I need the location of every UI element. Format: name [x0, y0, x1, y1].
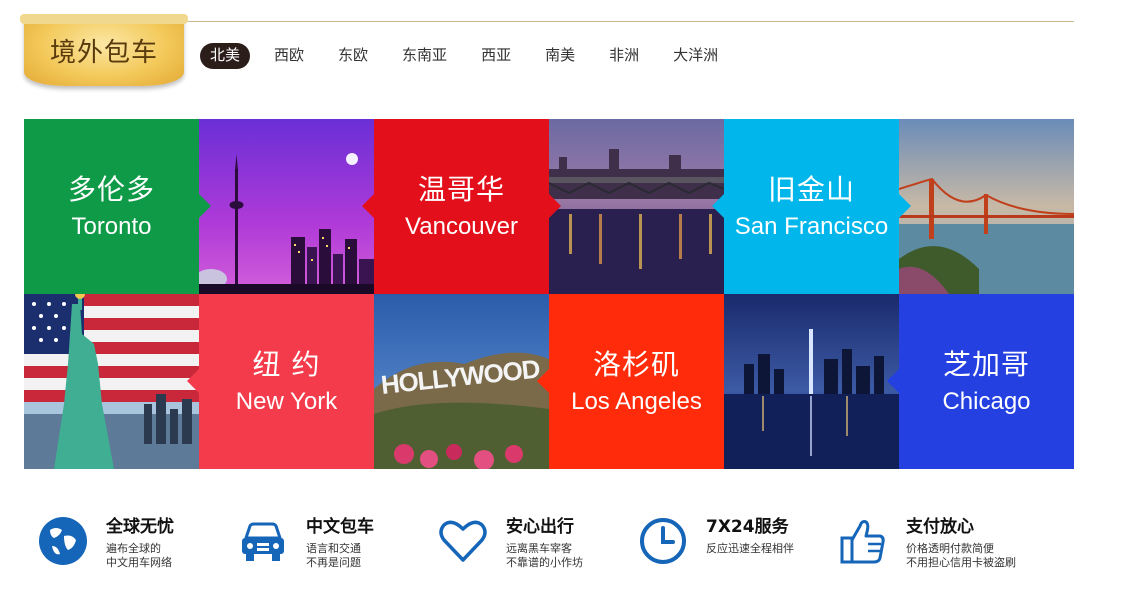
vancouver-photo[interactable] — [549, 119, 724, 294]
city-name-en: Los Angeles — [571, 387, 702, 415]
city-name-en: San Francisco — [734, 212, 889, 240]
city-name-cn: 纽 约 — [252, 347, 321, 381]
city-tile-san-francisco[interactable]: 旧金山 San Francisco — [712, 119, 911, 294]
feature-desc-line2: 不靠谱的小作坊 — [506, 556, 583, 569]
header-divider — [186, 21, 1074, 22]
tab-oceania[interactable]: 大洋洲 — [673, 43, 718, 69]
tab-west-asia[interactable]: 西亚 — [481, 43, 511, 69]
feature-24h-service: 7X24服务 反应迅速全程相伴 — [638, 516, 838, 586]
features-bar: 全球无忧 遍布全球的 中文用车网络 中文包车 语言和交通 不再是问题 安心出行 … — [38, 516, 1078, 586]
new-york-photo[interactable] — [24, 294, 199, 469]
vancouver-bridge-image — [549, 119, 724, 294]
heart-icon — [439, 520, 487, 562]
feature-safe-travel: 安心出行 远离黑车宰客 不靠谱的小作坊 — [438, 516, 638, 586]
feature-desc-line1: 遍布全球的 — [106, 542, 161, 555]
city-tile-vancouver[interactable]: 温哥华 Vancouver — [362, 119, 561, 294]
city-name-cn: 洛杉矶 — [592, 347, 680, 381]
feature-global: 全球无忧 遍布全球的 中文用车网络 — [38, 516, 238, 586]
region-tabs: 北美 西欧 东欧 东南亚 西亚 南美 非洲 大洋洲 — [200, 43, 752, 69]
tab-southeast-asia[interactable]: 东南亚 — [402, 43, 447, 69]
city-grid: 多伦多 Toronto 温哥华 Vancouver 旧金山 San Franci… — [24, 119, 1074, 469]
feature-title: 支付放心 — [906, 517, 974, 537]
city-name-cn: 多伦多 — [67, 172, 155, 206]
tab-western-europe[interactable]: 西欧 — [274, 43, 304, 69]
chicago-skyline-image — [724, 294, 899, 469]
san-francisco-photo[interactable] — [899, 119, 1074, 294]
toronto-skyline-image — [199, 119, 374, 294]
feature-chinese-driver: 中文包车 语言和交通 不再是问题 — [238, 516, 438, 586]
golden-gate-image — [899, 119, 1074, 294]
feature-desc-line1: 价格透明付款简便 — [906, 542, 994, 555]
city-name-cn: 芝加哥 — [942, 347, 1030, 381]
feature-desc-line1: 语言和交通 — [306, 542, 361, 555]
feature-title: 全球无忧 — [106, 517, 174, 537]
section-title: 境外包车 — [49, 38, 158, 68]
feature-desc-line2: 不用担心信用卡被盗刷 — [906, 556, 1016, 569]
feature-title: 中文包车 — [306, 517, 374, 537]
feature-title: 7X24服务 — [706, 517, 789, 537]
car-icon — [242, 522, 284, 561]
globe-icon — [39, 517, 87, 565]
city-tile-chicago[interactable]: 芝加哥 Chicago — [887, 294, 1074, 469]
city-name-en: Vancouver — [405, 212, 518, 240]
city-tile-new-york[interactable]: 纽 约 New York — [187, 294, 374, 469]
feature-desc-line1: 反应迅速全程相伴 — [706, 542, 794, 555]
feature-title: 安心出行 — [506, 517, 574, 537]
tab-eastern-europe[interactable]: 东欧 — [338, 43, 368, 69]
city-tile-toronto[interactable]: 多伦多 Toronto — [24, 119, 211, 294]
feature-secure-payment: 支付放心 价格透明付款简便 不用担心信用卡被盗刷 — [838, 516, 1038, 586]
clock-icon — [640, 518, 686, 564]
city-name-cn: 旧金山 — [767, 172, 855, 206]
toronto-photo[interactable] — [199, 119, 374, 294]
feature-desc-line2: 不再是问题 — [306, 556, 361, 569]
city-name-en: Chicago — [942, 387, 1031, 415]
chicago-photo[interactable] — [724, 294, 899, 469]
section-badge: 境外包车 — [20, 14, 188, 86]
city-tile-los-angeles[interactable]: 洛杉矶 Los Angeles — [537, 294, 724, 469]
city-name-en: New York — [235, 387, 338, 415]
city-name-cn: 温哥华 — [417, 172, 505, 206]
tab-south-america[interactable]: 南美 — [545, 43, 575, 69]
thumbs-up-icon — [840, 520, 885, 564]
feature-desc-line1: 远离黑车宰客 — [506, 542, 572, 555]
statue-of-liberty-image — [24, 294, 199, 469]
city-name-en: Toronto — [71, 212, 152, 240]
tab-africa[interactable]: 非洲 — [609, 43, 639, 69]
los-angeles-photo[interactable]: HOLLYWOOD — [374, 294, 549, 469]
feature-desc-line2: 中文用车网络 — [106, 556, 172, 569]
tab-north-america[interactable]: 北美 — [200, 43, 251, 69]
hollywood-sign-image: HOLLYWOOD — [374, 294, 549, 469]
